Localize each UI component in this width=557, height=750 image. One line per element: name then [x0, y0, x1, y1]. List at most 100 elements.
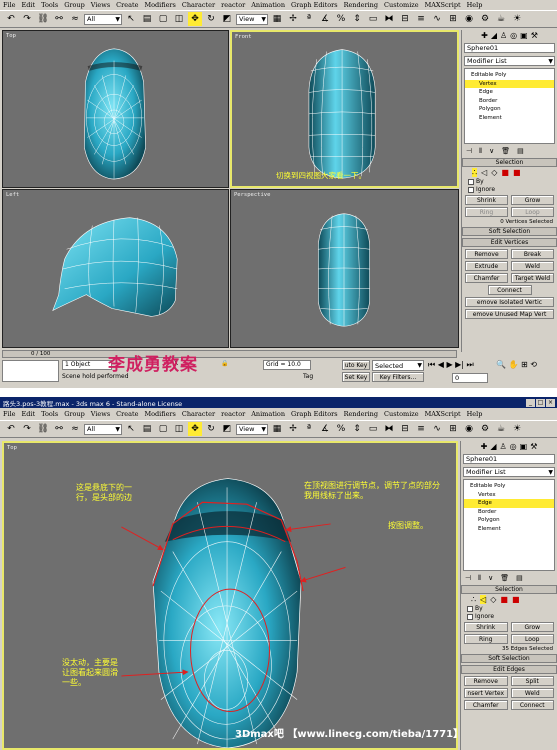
menu-character[interactable]: Character	[182, 1, 215, 9]
stack-item-vertex[interactable]: Vertex	[465, 79, 554, 88]
menu-group[interactable]: Group	[64, 410, 85, 418]
stack-item-polygon[interactable]: Polygon	[464, 516, 554, 525]
menu-animation[interactable]: Animation	[251, 1, 285, 9]
shrink-button[interactable]: Shrink	[464, 622, 508, 632]
maxscript-listener[interactable]	[2, 360, 59, 382]
weld-button[interactable]: Weld	[510, 688, 554, 698]
select-by-name-icon[interactable]: ▤	[140, 12, 154, 26]
grow-button[interactable]: Grow	[510, 622, 554, 632]
remove-isolated-button[interactable]: emove Isolated Vertic	[465, 297, 554, 307]
maximize-icon[interactable]: □	[536, 398, 545, 407]
align-icon[interactable]: ⊟	[398, 12, 412, 26]
configure-icon[interactable]: ▤	[516, 574, 523, 582]
menu-graph-editors[interactable]: Graph Editors	[291, 410, 338, 418]
display-tab-icon[interactable]: ▣	[520, 31, 528, 40]
menu-edit[interactable]: Edit	[22, 1, 36, 9]
object-name-field[interactable]: Sphere01	[463, 454, 555, 464]
loop-button[interactable]: Loop	[511, 207, 554, 217]
grow-button[interactable]: Grow	[511, 195, 554, 205]
pin-stack-icon[interactable]: ⊣	[465, 574, 471, 582]
menu-help[interactable]: Help	[467, 410, 483, 418]
scale-icon[interactable]: ◩	[220, 12, 234, 26]
vertex-mode-icon[interactable]: ∴	[471, 595, 476, 604]
by-vertex-checkbox[interactable]: By	[467, 605, 551, 612]
unlink-icon[interactable]: ⚯	[52, 422, 66, 436]
element-mode-icon[interactable]: ■	[513, 168, 521, 177]
lock-icon[interactable]: 🔒	[221, 360, 228, 367]
rect-region-icon[interactable]: ▢	[156, 422, 170, 436]
target-weld-button[interactable]: Target Weld	[511, 273, 554, 283]
shrink-button[interactable]: Shrink	[465, 195, 508, 205]
curve-editor-icon[interactable]: ∿	[430, 12, 444, 26]
selection-filter[interactable]: All ▼	[84, 13, 122, 25]
link-icon[interactable]: ⛓	[36, 12, 50, 26]
viewport-top[interactable]: Top	[2, 30, 229, 188]
menu-customize[interactable]: Customize	[384, 410, 419, 418]
add-time-tag[interactable]: Tag	[303, 373, 313, 380]
redo-icon[interactable]: ↷	[20, 12, 34, 26]
layer-icon[interactable]: ≡	[414, 12, 428, 26]
create-tab-icon[interactable]: ✚	[481, 31, 488, 40]
snap-icon[interactable]: ª	[302, 422, 316, 436]
break-button[interactable]: Break	[511, 249, 554, 259]
loop-button[interactable]: Loop	[510, 634, 554, 644]
insert-vertex-button[interactable]: nsert Vertex	[464, 688, 508, 698]
quick-render-icon[interactable]: ☀	[510, 12, 524, 26]
viewport-perspective[interactable]: Perspective	[230, 189, 459, 348]
named-selection-icon[interactable]: ▭	[366, 422, 380, 436]
hierarchy-tab-icon[interactable]: ♙	[499, 442, 506, 451]
spinner-snap-icon[interactable]: ⇕	[350, 422, 364, 436]
utilities-tab-icon[interactable]: ⚒	[530, 442, 537, 451]
ref-coord-dropdown[interactable]: View ▼	[236, 423, 268, 435]
rollout-soft-selection[interactable]: Soft Selection	[461, 654, 557, 663]
border-mode-icon[interactable]: ◇	[490, 595, 496, 604]
pivot-icon[interactable]: ▦	[270, 12, 284, 26]
pin-stack-icon[interactable]: ⊣	[466, 147, 472, 155]
unlink-icon[interactable]: ⚯	[52, 12, 66, 26]
select-by-name-icon[interactable]: ▤	[140, 422, 154, 436]
spinner-snap-icon[interactable]: ⇕	[350, 12, 364, 26]
menu-help[interactable]: Help	[467, 1, 483, 9]
selection-filter[interactable]: All ▼	[84, 423, 122, 435]
menu-tools[interactable]: Tools	[41, 410, 58, 418]
object-name-field[interactable]: Sphere01	[464, 43, 555, 53]
key-filters-button[interactable]: Key Filters...	[372, 372, 424, 382]
chamfer-button[interactable]: Chamfer	[465, 273, 508, 283]
mirror-icon[interactable]: ⧓	[382, 422, 396, 436]
viewport-top-maximized[interactable]: Top 这是悬底下的一行，是头部的边 在顶视图进行调节点，调节了点的部分我用线标…	[2, 441, 458, 750]
stack-item-vertex[interactable]: Vertex	[464, 491, 554, 500]
menu-reactor[interactable]: reactor	[221, 410, 245, 418]
by-vertex-checkbox[interactable]: By	[468, 178, 551, 185]
auto-key-button[interactable]: uto Key	[342, 360, 370, 370]
menu-animation[interactable]: Animation	[251, 410, 285, 418]
menu-create[interactable]: Create	[116, 1, 138, 9]
current-frame-field[interactable]: 0	[452, 373, 488, 383]
stack-item-element[interactable]: Element	[465, 114, 554, 123]
connect-button[interactable]: Connect	[487, 285, 532, 295]
material-editor-icon[interactable]: ◉	[462, 422, 476, 436]
menu-file[interactable]: File	[3, 410, 16, 418]
angle-snap-icon[interactable]: ∡	[318, 12, 332, 26]
link-icon[interactable]: ⛓	[36, 422, 50, 436]
ring-button[interactable]: Ring	[464, 634, 508, 644]
rollout-selection[interactable]: Selection	[461, 585, 557, 594]
motion-tab-icon[interactable]: ◎	[510, 31, 517, 40]
pivot-icon[interactable]: ▦	[270, 422, 284, 436]
menu-views[interactable]: Views	[91, 410, 110, 418]
move-icon[interactable]: ✥	[188, 12, 202, 26]
quick-render-icon[interactable]: ☀	[510, 422, 524, 436]
layer-icon[interactable]: ≡	[414, 422, 428, 436]
remove-unused-button[interactable]: emove Unused Map Vert	[465, 309, 554, 319]
ignore-backfacing-checkbox[interactable]: Ignore	[468, 186, 551, 193]
menu-modifiers[interactable]: Modifiers	[144, 1, 175, 9]
rollout-edit-vertices[interactable]: Edit Vertices	[462, 238, 557, 247]
stack-item-editable-poly[interactable]: Editable Poly	[465, 71, 554, 80]
render-icon[interactable]: ☕	[494, 12, 508, 26]
percent-snap-icon[interactable]: %	[334, 12, 348, 26]
configure-icon[interactable]: ▤	[517, 147, 524, 155]
bind-icon[interactable]: ≈	[68, 422, 82, 436]
menu-customize[interactable]: Customize	[384, 1, 419, 9]
edge-mode-icon[interactable]: ◁	[480, 594, 487, 604]
menu-edit[interactable]: Edit	[22, 410, 36, 418]
render-setup-icon[interactable]: ⚙	[478, 422, 492, 436]
